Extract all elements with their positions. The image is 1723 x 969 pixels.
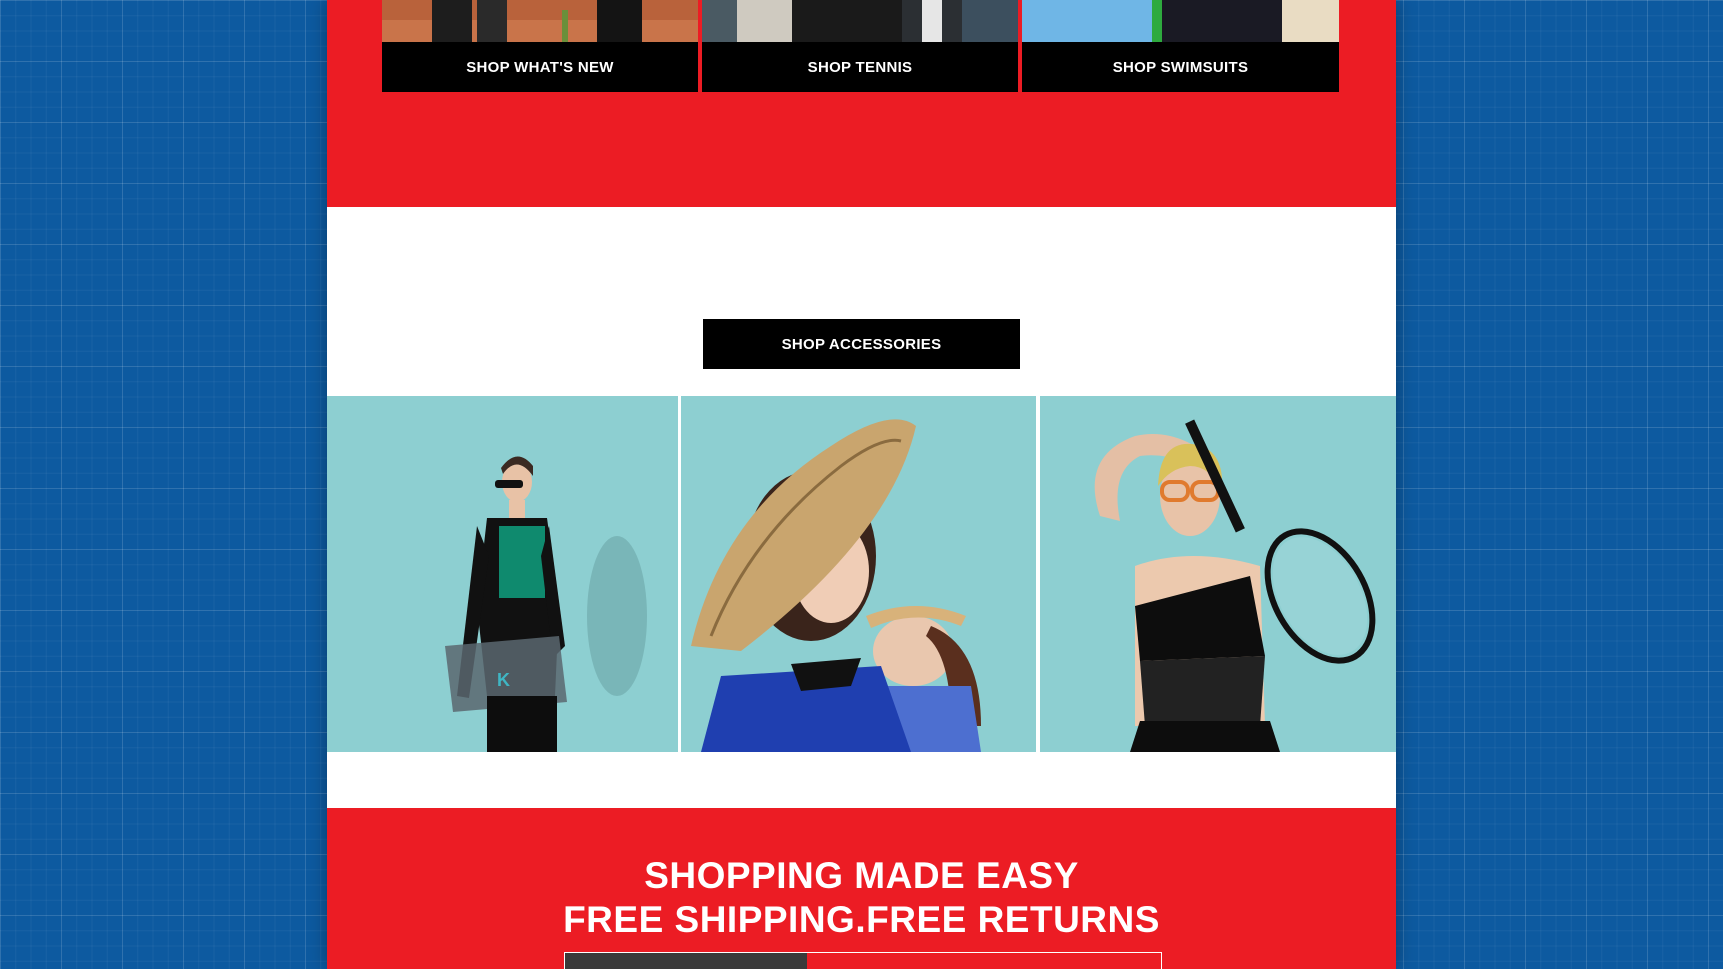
model-with-bag-image: K [327,396,678,752]
whats-new-photo [382,0,698,42]
model-with-racket-image [1040,396,1396,752]
footer-tabs [564,952,1162,969]
accessories-photo-racket[interactable] [1040,396,1396,752]
shipping-headline-line2: FREE SHIPPING.FREE RETURNS [563,899,1160,940]
category-whats-new-label: SHOP WHAT'S NEW [466,58,614,76]
accessories-photo-bag[interactable]: K [327,396,678,752]
tennis-photo [702,0,1018,42]
shipping-headline-line1: SHOPPING MADE EASY [644,855,1079,896]
category-whats-new[interactable]: SHOP WHAT'S NEW [382,0,698,92]
category-swimsuits-label: SHOP SWIMSUITS [1112,58,1249,76]
email-newsletter: SHOP WHAT'S NEW SHOP TENNIS SHOP SWIMSUI… [327,0,1396,969]
accessories-photo-hat[interactable] [681,396,1036,752]
swimsuits-photo [1022,0,1339,42]
category-tennis[interactable]: SHOP TENNIS [702,0,1018,92]
category-tennis-label: SHOP TENNIS [807,58,913,76]
shipping-banner: SHOPPING MADE EASY FREE SHIPPING.FREE RE… [327,808,1396,969]
category-swimsuits[interactable]: SHOP SWIMSUITS [1022,0,1339,92]
model-with-hat-image [681,396,1036,752]
svg-text:K: K [497,670,510,690]
footer-tab-active[interactable] [565,953,807,969]
shop-accessories-button[interactable]: SHOP ACCESSORIES [703,319,1020,369]
category-banner: SHOP WHAT'S NEW SHOP TENNIS SHOP SWIMSUI… [327,0,1396,207]
